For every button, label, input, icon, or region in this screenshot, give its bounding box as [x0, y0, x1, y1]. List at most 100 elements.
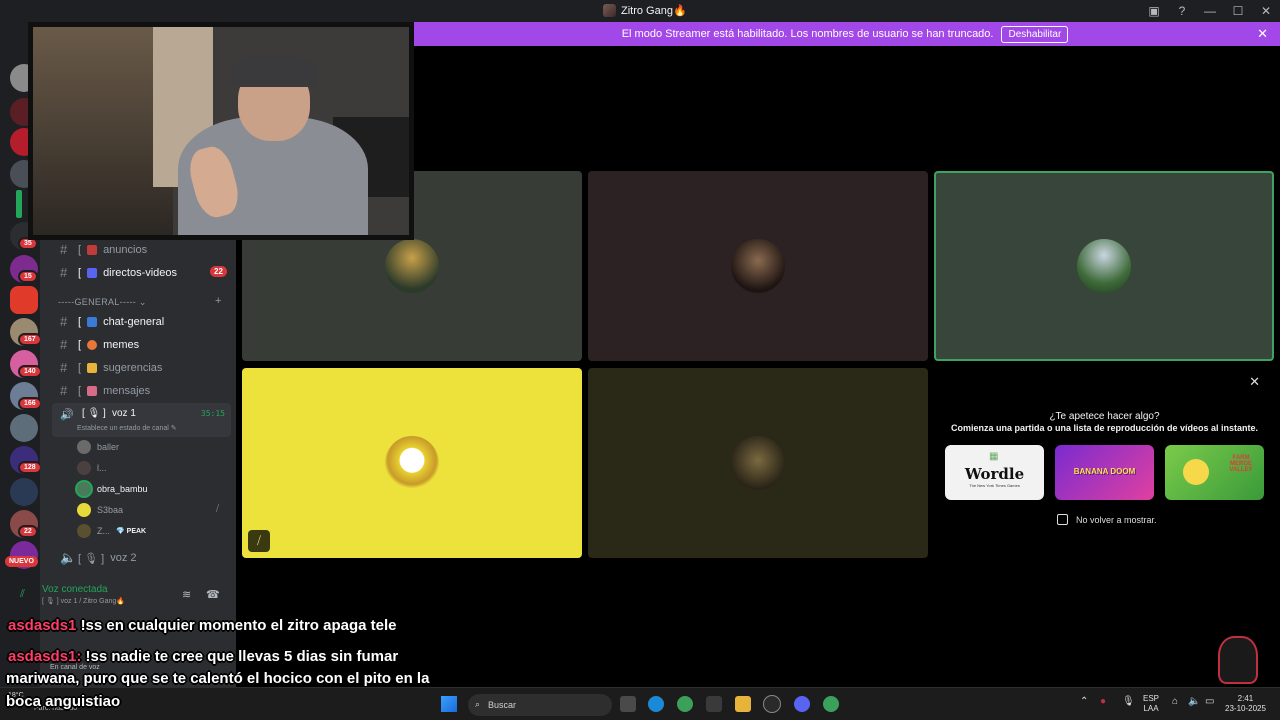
file-explorer-icon[interactable]: [735, 696, 751, 712]
channel-sugerencias[interactable]: # [ sugerencias: [60, 360, 162, 375]
voice-channel-voz1[interactable]: 🔊 [ 🎙 ] voz 1 35:15 Establece un estado …: [52, 403, 231, 437]
channel-chat-general[interactable]: # [ chat-general: [60, 314, 164, 329]
server-icon[interactable]: [10, 414, 38, 442]
server-icon[interactable]: [10, 478, 38, 506]
close-banner-icon[interactable]: ✕: [1257, 26, 1268, 42]
voice-timer: 35:15: [200, 409, 225, 418]
clock[interactable]: 2:41 23-10-2025: [1225, 694, 1266, 714]
close-icon[interactable]: ✕: [1252, 4, 1280, 18]
taskbar-search[interactable]: ⌕ Buscar: [468, 694, 612, 716]
language-label: ESP: [1143, 694, 1160, 703]
channel-mensajes[interactable]: # [ mensajes: [60, 383, 150, 398]
game-farm-merge[interactable]: FARM MERGE VALLEY: [1165, 445, 1264, 500]
inbox-icon[interactable]: ▣: [1140, 4, 1168, 18]
muted-mic-icon: ⧸: [216, 503, 220, 513]
background-door: [33, 27, 173, 235]
windows-start-icon[interactable]: [441, 696, 457, 712]
channel-anuncios[interactable]: # [ anuncios: [60, 242, 147, 257]
member-name: Z...: [97, 526, 110, 536]
muted-mic-icon: ⧸: [248, 530, 270, 552]
avatar: [1077, 239, 1131, 293]
close-icon[interactable]: ✕: [1249, 374, 1260, 390]
channel-prefix: [: [78, 361, 82, 374]
new-badge: NUEVO: [5, 556, 38, 567]
channel-prefix: [: [78, 315, 82, 328]
voice-channel-voz2[interactable]: 🔈 [ 🎙 ] voz 2: [60, 550, 137, 566]
voice-member[interactable]: S3baa: [77, 503, 123, 517]
discord-icon[interactable]: [794, 696, 810, 712]
windows-taskbar: 18°C Parc. nublado ⌕ Buscar ⌃ ● 🎙 ESP LA…: [0, 687, 1280, 720]
voice-tile[interactable]: [588, 171, 928, 361]
window-title: Zitro Gang🔥: [603, 4, 687, 17]
channel-directos-videos[interactable]: # [ directos-videos: [60, 265, 177, 280]
chat-message: boca anguistiao: [6, 693, 121, 710]
checkbox[interactable]: [1057, 514, 1068, 525]
chrome-icon[interactable]: [823, 696, 839, 712]
voice-member[interactable]: obra_bambu: [77, 482, 148, 496]
add-channel-icon[interactable]: +: [215, 295, 221, 307]
chat-message: !ss nadie te cree que llevas 5 dias sin …: [85, 648, 399, 665]
chat-username: asdasds1:: [8, 648, 82, 665]
voice-tile[interactable]: [588, 368, 928, 558]
video-icon: [87, 267, 98, 278]
avatar: [77, 461, 91, 475]
channel-label: memes: [103, 338, 140, 351]
battery-icon[interactable]: ▭: [1205, 696, 1214, 707]
avatar: [77, 524, 91, 538]
obs-icon[interactable]: [764, 696, 780, 712]
task-view-icon[interactable]: [620, 696, 636, 712]
avatar: [77, 503, 91, 517]
disconnect-icon[interactable]: ☎: [206, 588, 220, 601]
terminal-icon[interactable]: [706, 696, 722, 712]
help-icon[interactable]: ?: [1168, 4, 1196, 18]
chevron-up-icon[interactable]: ⌃: [1080, 696, 1088, 707]
chat-message: mariwana, puro que se te calentó el hoci…: [6, 670, 430, 687]
maximize-icon[interactable]: ☐: [1224, 4, 1252, 18]
voice-member[interactable]: l...: [77, 461, 107, 475]
laugh-icon: [87, 339, 98, 350]
game-caption: The New York Times Games: [969, 483, 1020, 488]
window-title-text: Zitro Gang🔥: [621, 5, 687, 17]
speaker-icon: 🔈: [60, 550, 77, 565]
activity-subtitle: Comienza una partida o una lista de repr…: [950, 423, 1259, 433]
server-badge: 22: [18, 525, 38, 538]
chat-icon: [87, 316, 98, 327]
language-indicator[interactable]: ESP LAA: [1143, 694, 1159, 714]
game-wordle[interactable]: ▦ Wordle The New York Times Games: [945, 445, 1044, 500]
network-icon[interactable]: ⌂: [1172, 696, 1178, 707]
volume-icon[interactable]: 🔈: [1188, 696, 1200, 707]
dont-show-again-checkbox[interactable]: No volver a mostrar.: [1057, 514, 1157, 525]
voice-channel-name: voz 1: [112, 408, 136, 419]
voice-status[interactable]: Voz conectada: [42, 584, 108, 595]
hand-icon: [87, 362, 98, 373]
member-name: obra_bambu: [97, 484, 148, 494]
noise-suppression-icon[interactable]: ≋: [182, 588, 191, 601]
tray-app-icon[interactable]: ●: [1100, 696, 1106, 707]
voice-member[interactable]: Z... 💎 PEAK: [77, 524, 146, 538]
person-cap: [232, 55, 316, 87]
game-title: Wordle: [964, 465, 1025, 483]
voice-tile[interactable]: ⧸: [242, 368, 582, 558]
voice-member[interactable]: baller: [77, 440, 119, 454]
voice-location[interactable]: [ 🎙 ] voz 1 / Zitro Gang🔥: [42, 597, 125, 605]
disable-streamer-button[interactable]: Deshabilitar: [1001, 25, 1069, 43]
server-icon[interactable]: [16, 190, 22, 218]
microphone-icon[interactable]: 🎙: [1122, 696, 1135, 707]
server-badge: 166: [18, 397, 42, 410]
chrome-icon[interactable]: [677, 696, 693, 712]
channel-label: sugerencias: [103, 361, 163, 374]
server-icon[interactable]: [10, 286, 38, 314]
channel-memes[interactable]: # [ memes: [60, 337, 139, 352]
channel-status[interactable]: Establece un estado de canal ✎: [77, 424, 177, 432]
hash-icon: #: [60, 383, 68, 398]
chat-username: asdasds1: [8, 617, 77, 634]
channel-prefix: [: [78, 384, 82, 397]
game-banana-doom[interactable]: BANANA DOOM: [1055, 445, 1154, 500]
category-general[interactable]: -----GENERAL----- ⌄: [58, 297, 147, 308]
edge-icon[interactable]: [648, 696, 664, 712]
avatar: [731, 239, 785, 293]
voice-tile-speaking[interactable]: [934, 171, 1274, 361]
minimize-icon[interactable]: —: [1196, 4, 1224, 18]
search-icon: ⌕: [475, 699, 481, 709]
channel-label: mensajes: [103, 384, 151, 397]
